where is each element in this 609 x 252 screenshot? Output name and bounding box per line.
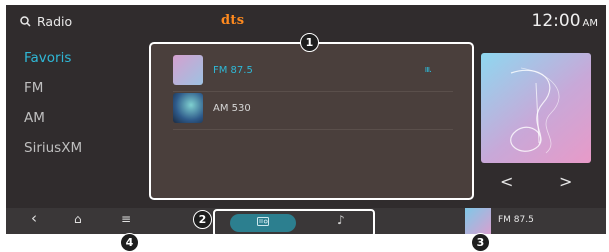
row-divider bbox=[173, 91, 453, 92]
music-icon[interactable]: ♪ bbox=[337, 213, 345, 227]
top-bar: Radio dts 12:00 AM bbox=[6, 5, 606, 37]
list-item[interactable]: AM 530 bbox=[173, 93, 453, 123]
search-label: Radio bbox=[37, 14, 73, 29]
list-item[interactable]: FM 87.5 ııı. bbox=[173, 55, 453, 85]
radio-source-button[interactable] bbox=[230, 214, 296, 232]
music-note-art-icon bbox=[510, 67, 560, 154]
dts-logo: dts bbox=[221, 13, 245, 28]
search-button[interactable]: Radio bbox=[20, 14, 72, 29]
station-thumbnail bbox=[173, 93, 203, 123]
station-name: AM 530 bbox=[213, 102, 251, 114]
station-name: FM 87.5 bbox=[213, 64, 253, 76]
source-toggle: ♪ bbox=[213, 209, 375, 234]
chevron-left-icon[interactable]: < bbox=[500, 172, 513, 191]
row-divider bbox=[173, 129, 453, 130]
search-icon bbox=[20, 16, 31, 27]
clock: 12:00 AM bbox=[532, 11, 598, 31]
callout-badge-3: 3 bbox=[471, 233, 490, 252]
clock-ampm: AM bbox=[582, 18, 598, 29]
home-icon[interactable]: ⌂ bbox=[74, 212, 82, 226]
now-playing-thumbnail[interactable] bbox=[465, 208, 491, 234]
callout-badge-1: 1 bbox=[300, 33, 319, 52]
radio-icon bbox=[257, 217, 269, 226]
callout-badge-2: 2 bbox=[193, 210, 212, 229]
back-icon[interactable]: ‹ bbox=[31, 209, 37, 227]
sidebar-item-siriusxm[interactable]: SiriusXM bbox=[6, 133, 136, 163]
clock-time: 12:00 bbox=[531, 11, 581, 31]
callout-badge-4: 4 bbox=[120, 233, 139, 252]
sidebar-item-fm[interactable]: FM bbox=[6, 73, 136, 103]
playing-indicator-icon: ııı. bbox=[424, 65, 432, 75]
chevron-right-icon[interactable]: > bbox=[559, 172, 572, 191]
sidebar: Favoris FM AM SiriusXM bbox=[6, 43, 136, 163]
station-list: FM 87.5 ııı. AM 530 bbox=[149, 42, 474, 200]
bottom-bar: ‹ ⌂ ≡ ♪ FM 87.5 bbox=[6, 208, 606, 234]
album-art bbox=[481, 53, 591, 163]
menu-icon[interactable]: ≡ bbox=[121, 212, 131, 226]
sidebar-item-favoris[interactable]: Favoris bbox=[6, 43, 136, 73]
sidebar-item-am[interactable]: AM bbox=[6, 103, 136, 133]
station-thumbnail bbox=[173, 55, 203, 85]
now-playing-label[interactable]: FM 87.5 bbox=[498, 215, 534, 225]
